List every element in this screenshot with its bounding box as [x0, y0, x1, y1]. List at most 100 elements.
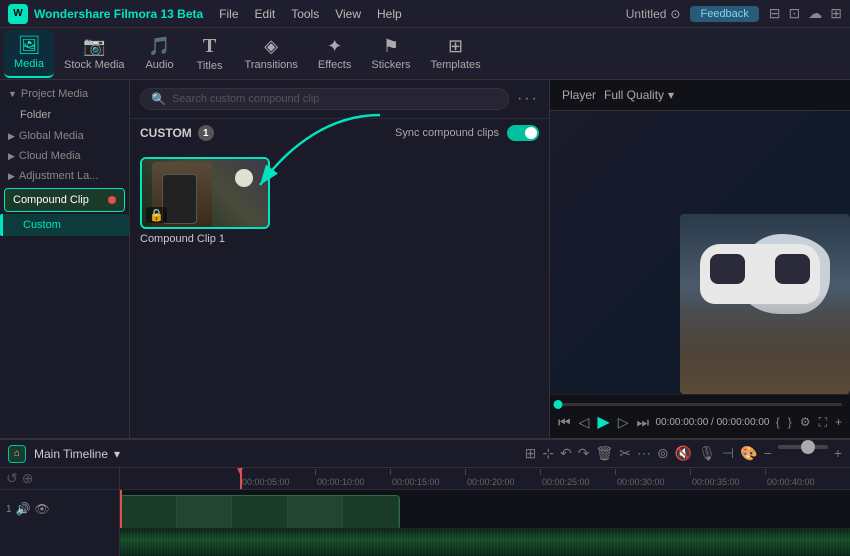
ruler-mark-1: 00:00:05:00 [240, 477, 315, 487]
mark-in-icon[interactable]: } [788, 415, 792, 430]
zoom-slider[interactable] [778, 445, 828, 449]
add-track-icon[interactable]: ⊕ [22, 470, 34, 487]
audio-icon: 🎵 [148, 36, 170, 57]
undo-icon[interactable]: ↶ [560, 445, 572, 462]
compound-clip-indicator [108, 196, 116, 204]
right-controls: { } ⚙ ⛶ + [776, 415, 842, 430]
sidebar: ▼ Project Media Folder ▶ Global Media ▶ … [0, 80, 130, 438]
toolbar-titles[interactable]: T Titles [185, 30, 235, 78]
menu-file[interactable]: File [219, 7, 238, 21]
feedback-button[interactable]: Feedback [690, 6, 758, 22]
menu-help[interactable]: Help [377, 7, 402, 21]
clip-item[interactable]: 🔒 Compound Clip 1 [140, 157, 270, 245]
cloud-icon[interactable]: ☁ [808, 5, 822, 22]
ruler-label: ↺ ⊕ [0, 468, 119, 490]
search-box[interactable]: 🔍 Search custom compound clip [140, 88, 509, 110]
track-volume-icon[interactable]: 🔊 [16, 502, 31, 516]
sidebar-custom[interactable]: Custom [0, 214, 129, 236]
toolbar-templates[interactable]: ⊞ Templates [420, 30, 490, 78]
play-button[interactable]: ▶ [597, 412, 609, 432]
redo-icon[interactable]: ↷ [578, 445, 590, 462]
chevron-down-icon: ▼ [8, 89, 17, 99]
section-label: CUSTOM [140, 126, 192, 140]
grid-view-icon[interactable]: ⊞ [525, 445, 537, 462]
menu-tools[interactable]: Tools [291, 7, 319, 21]
audio-waveform [120, 529, 850, 556]
ruler-marks: 00:00:05:00 00:00:10:00 00:00:15:00 00:0… [240, 468, 840, 489]
progress-bar[interactable] [558, 403, 842, 406]
toolbar-audio[interactable]: 🎵 Audio [135, 30, 185, 78]
split-icon[interactable]: ⊣ [722, 445, 734, 462]
select-tool-icon[interactable]: ⊹ [542, 445, 554, 462]
current-time: 00:00:00:00 [655, 417, 708, 428]
zoom-in-icon[interactable]: + [834, 445, 842, 462]
more-icon[interactable]: ⋯ [637, 445, 651, 462]
mic-icon[interactable]: 🎙 [698, 445, 716, 462]
player-controls: ⏮ ◁ ▶ ▷ ⏭ 00:00:00:00 / 00:00:00:00 { } … [550, 394, 850, 438]
cut-icon[interactable]: ✂ [619, 445, 631, 462]
preview-stripe-4 [288, 496, 344, 528]
fullscreen-icon[interactable]: ⛶ [819, 415, 827, 430]
add-icon[interactable]: + [835, 415, 842, 430]
home-icon[interactable]: ⌂ [8, 445, 26, 463]
delete-icon[interactable]: 🗑 [596, 445, 614, 462]
ruler-mark-8: 00:00:40:00 [765, 477, 840, 487]
quality-label: Full Quality [604, 88, 664, 102]
timeline-tools: ⊞ ⊹ ↶ ↷ 🗑 ✂ ⋯ ⊚ 🔇 🎙 ⊣ 🎨 − + [525, 445, 842, 462]
sync-toggle[interactable] [507, 125, 539, 141]
transitions-icon: ◈ [264, 36, 278, 57]
toolbar-stickers[interactable]: ⚑ Stickers [361, 30, 420, 78]
app-brand: W Wondershare Filmora 13 Beta [8, 4, 203, 24]
crop-icon[interactable]: { [776, 415, 780, 430]
sidebar-project-media[interactable]: ▼ Project Media [0, 84, 129, 104]
video-subject [680, 214, 850, 394]
track-area: 00:00:05:00 00:00:10:00 00:00:15:00 00:0… [120, 468, 850, 556]
mute-icon[interactable]: 🔇 [675, 445, 692, 462]
toolbar-stock[interactable]: 📷 Stock Media [54, 30, 135, 78]
frame-forward-icon[interactable]: ▷ [618, 414, 629, 431]
track-label-area: ↺ ⊕ 1 🔊 👁 [0, 468, 120, 556]
chevron-down-icon: ▾ [668, 88, 674, 102]
timeline-dropdown-icon[interactable]: ▾ [114, 447, 120, 461]
toolbar-effects[interactable]: ✦ Effects [308, 30, 361, 78]
sidebar-adjustment[interactable]: ▶ Adjustment La... [0, 166, 129, 186]
templates-icon: ⊞ [448, 36, 463, 57]
skip-forward-icon[interactable]: ⏭ [636, 414, 649, 431]
toolbar: 🖼 Media 📷 Stock Media 🎵 Audio T Titles ◈… [0, 28, 850, 80]
skip-back-icon[interactable]: ⏮ [558, 414, 571, 431]
sidebar-compound-clip[interactable]: Compound Clip [4, 188, 125, 212]
chevron-right-icon2: ▶ [8, 151, 15, 162]
compound-clip-bar[interactable]: Compound Clip 1 [120, 495, 400, 528]
section-badge: CUSTOM 1 [140, 125, 214, 141]
loop-icon[interactable]: ↺ [6, 470, 18, 487]
sidebar-cloud-media[interactable]: ▶ Cloud Media [0, 146, 129, 166]
settings-icon[interactable]: ⚙ [800, 415, 811, 430]
sync-label: Sync compound clips [395, 127, 499, 139]
timeline: ⌂ Main Timeline ▾ ⊞ ⊹ ↶ ↷ 🗑 ✂ ⋯ ⊚ 🔇 🎙 ⊣ … [0, 438, 850, 533]
track-visible-icon[interactable]: 👁 [35, 502, 50, 516]
toolbar-media[interactable]: 🖼 Media [4, 30, 54, 78]
zoom-out-icon[interactable]: − [764, 445, 772, 462]
sidebar-global-media[interactable]: ▶ Global Media [0, 126, 129, 146]
maximize-icon[interactable]: ⊡ [789, 5, 801, 22]
track-playhead [120, 490, 122, 528]
toolbar-transitions[interactable]: ◈ Transitions [235, 30, 308, 78]
titles-label: Titles [197, 60, 223, 72]
menu-edit[interactable]: Edit [255, 7, 276, 21]
video-frame [550, 111, 850, 394]
app-name: Wondershare Filmora 13 Beta [34, 7, 203, 21]
grid-icon[interactable]: ⊞ [830, 5, 842, 22]
frame-back-icon[interactable]: ◁ [579, 414, 590, 431]
transitions-label: Transitions [245, 59, 298, 71]
menu-view[interactable]: View [335, 7, 361, 21]
timeline-playhead [240, 468, 242, 489]
snap-icon[interactable]: ⊚ [657, 445, 669, 462]
player-header: Player Full Quality ▾ [550, 80, 850, 111]
window-controls: ⊟ ⊡ ☁ ⊞ [769, 5, 842, 22]
sidebar-folder[interactable]: Folder [0, 104, 129, 126]
quality-select[interactable]: Full Quality ▾ [604, 88, 674, 102]
minimize-icon[interactable]: ⊟ [769, 5, 781, 22]
color-icon[interactable]: 🎨 [740, 445, 757, 462]
more-options-button[interactable]: ··· [517, 90, 539, 108]
preview-stripe-1 [121, 496, 177, 528]
